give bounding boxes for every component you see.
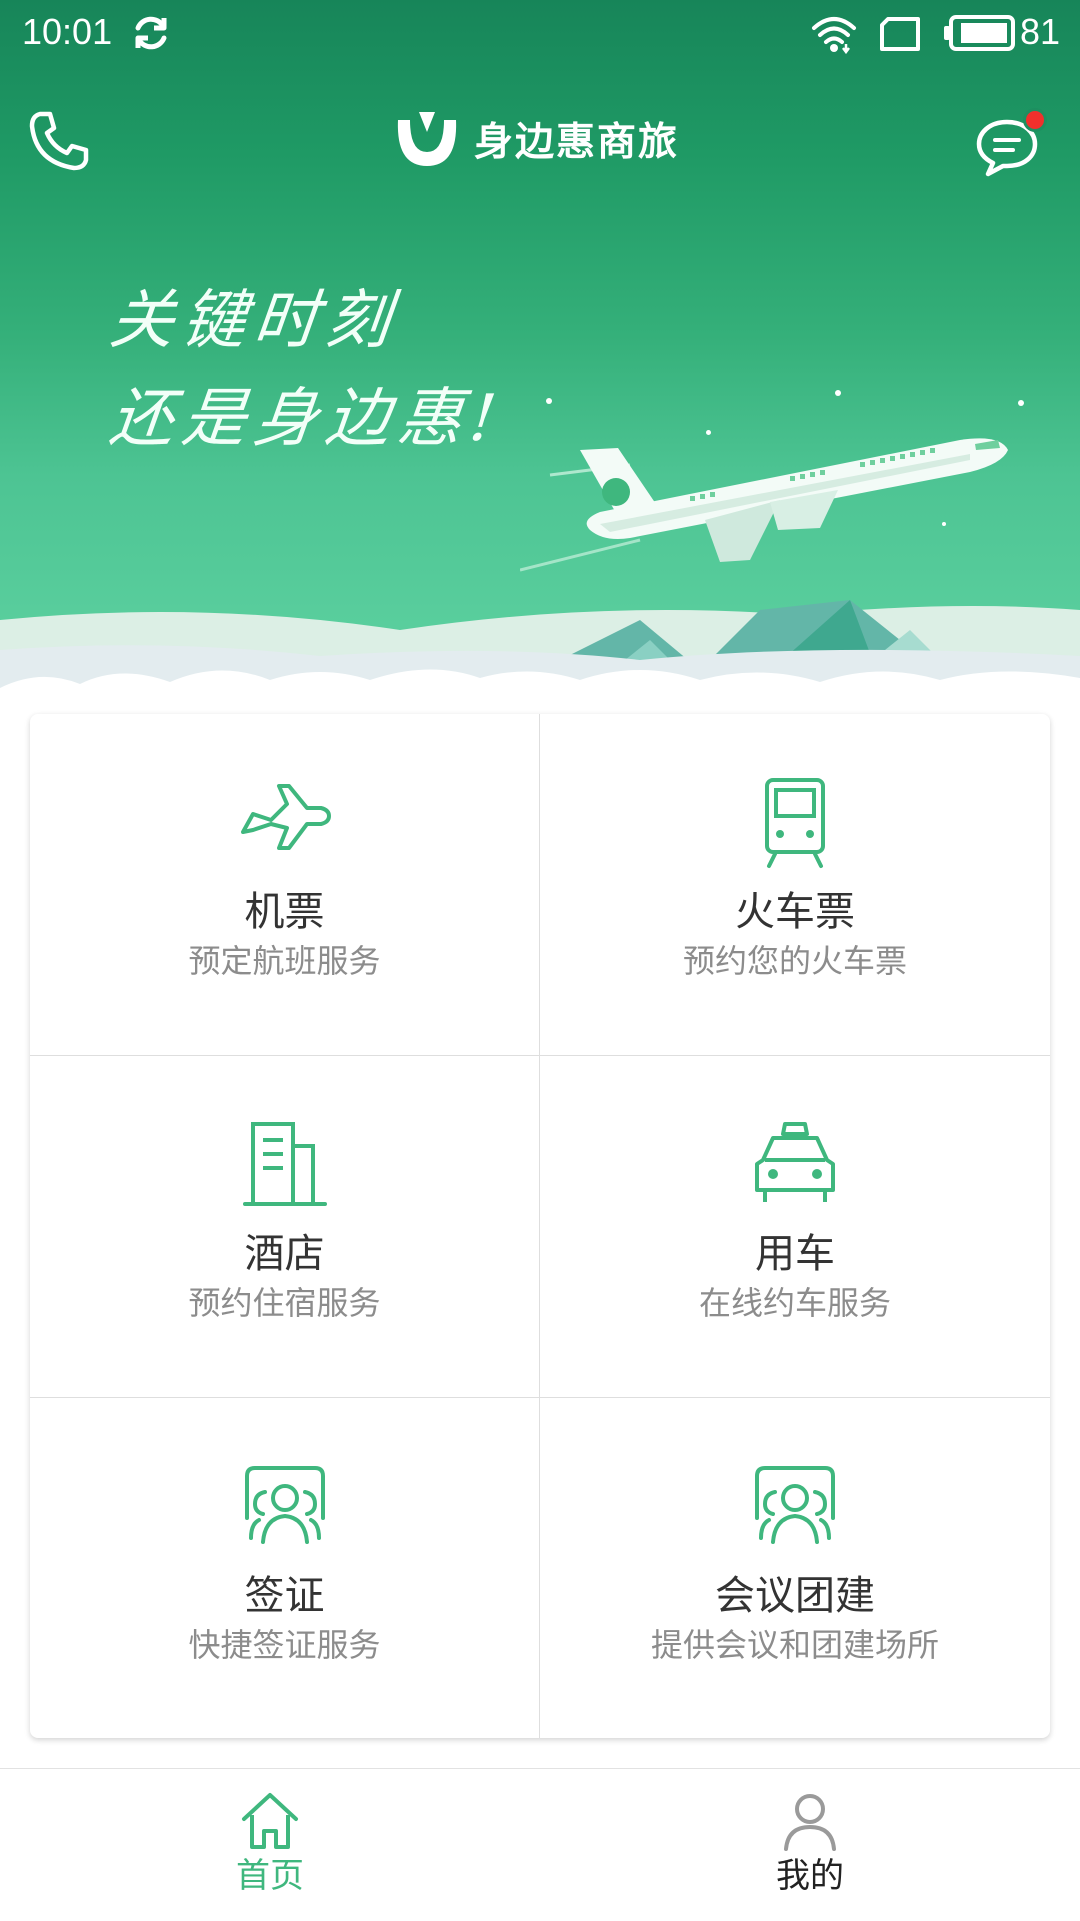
battery-icon	[944, 15, 1015, 51]
service-title: 火车票	[735, 889, 855, 935]
sync-icon	[135, 16, 167, 50]
service-subtitle: 在线约车服务	[698, 1284, 891, 1322]
service-title: 会议团建	[715, 1573, 875, 1619]
status-time: 10:01	[22, 11, 113, 52]
star-decoration	[546, 398, 552, 404]
phone-icon[interactable]	[26, 108, 92, 174]
people-icon	[755, 1466, 835, 1544]
user-icon	[784, 1794, 836, 1851]
service-tile-flight[interactable]: 机票 预定航班服务	[30, 714, 540, 1056]
star-decoration	[1018, 400, 1024, 406]
nav-label: 我的	[776, 1856, 844, 1896]
brand-logo: 身边惠商旅	[392, 106, 679, 172]
service-subtitle: 预定航班服务	[188, 942, 381, 980]
service-tile-meeting[interactable]: 会议团建 提供会议和团建场所	[540, 1398, 1050, 1738]
status-bar: 10:01 81	[0, 0, 1080, 66]
service-title: 酒店	[244, 1231, 325, 1277]
nav-label: 首页	[236, 1856, 304, 1896]
logo-icon	[397, 112, 457, 166]
message-button[interactable]	[975, 108, 1047, 180]
hero-banner: 10:01 81 身边惠商旅 关键时刻 还是身边惠!	[0, 0, 1080, 700]
airplane-icon	[240, 784, 331, 850]
service-tile-car[interactable]: 用车 在线约车服务	[540, 1056, 1050, 1398]
service-subtitle: 预约您的火车票	[682, 942, 907, 980]
taxi-icon	[755, 1122, 835, 1202]
battery-level: 81	[1020, 11, 1061, 52]
service-subtitle: 预约住宿服务	[188, 1284, 381, 1322]
bottom-nav: 首页 我的	[0, 1768, 1080, 1921]
slogan-line: 还是身边惠!	[106, 382, 508, 456]
wifi-icon	[812, 17, 856, 54]
nav-item-home[interactable]: 首页	[120, 1769, 420, 1921]
mountains-clouds-illustration	[0, 600, 1080, 700]
star-decoration	[835, 390, 841, 396]
service-grid: 机票 预定航班服务 火车票 预约您的火车票 酒店 预约住宿服务 用车 在线约车服…	[30, 714, 1050, 1738]
building-icon	[242, 1122, 327, 1206]
service-tile-train[interactable]: 火车票 预约您的火车票	[540, 714, 1050, 1056]
train-icon	[765, 778, 825, 868]
nav-item-mine[interactable]: 我的	[660, 1769, 960, 1921]
people-icon	[244, 1466, 325, 1544]
sim-card-icon	[880, 17, 920, 51]
service-tile-visa[interactable]: 签证 快捷签证服务	[30, 1398, 540, 1738]
service-subtitle: 快捷签证服务	[188, 1626, 381, 1664]
service-title: 机票	[244, 889, 325, 935]
notification-dot	[1023, 108, 1047, 132]
service-subtitle: 提供会议和团建场所	[650, 1626, 939, 1664]
slogan-line: 关键时刻	[106, 284, 402, 358]
service-tile-hotel[interactable]: 酒店 预约住宿服务	[30, 1056, 540, 1398]
slogan: 关键时刻 还是身边惠!	[106, 272, 507, 468]
service-title: 签证	[244, 1573, 325, 1619]
home-icon	[242, 1793, 298, 1849]
brand-name: 身边惠商旅	[474, 120, 680, 165]
service-title: 用车	[755, 1231, 835, 1277]
